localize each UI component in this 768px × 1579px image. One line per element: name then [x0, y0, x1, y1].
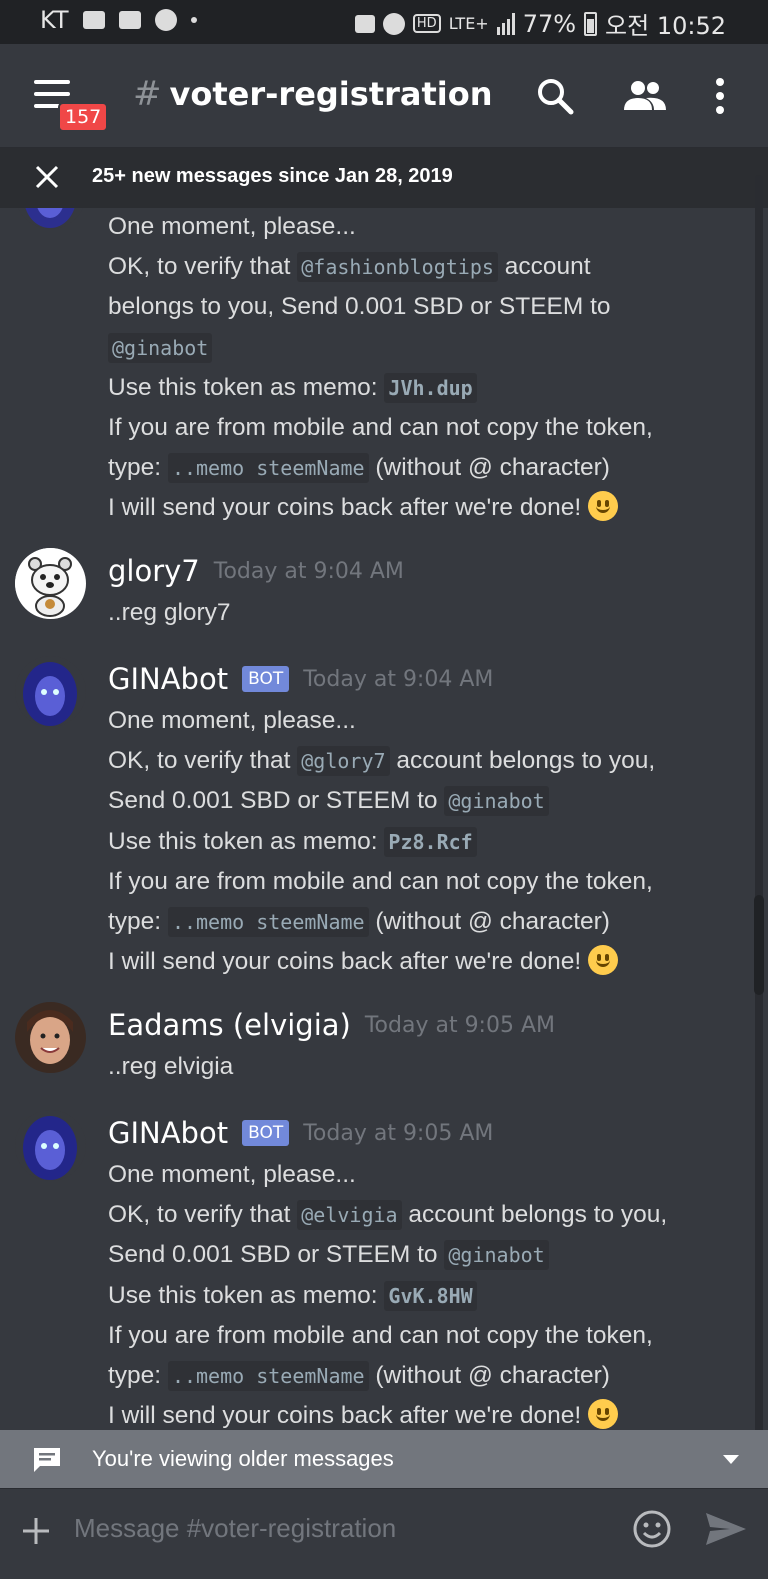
- scrollbar-thumb[interactable]: [754, 895, 764, 995]
- message-line: Use this token as memo: JVh.dup: [108, 371, 477, 405]
- alarm-icon: [382, 12, 405, 35]
- hash-icon: #: [133, 74, 162, 114]
- smiley-emoji: [587, 1399, 618, 1429]
- scrollbar-track[interactable]: [755, 175, 763, 1435]
- smiley-emoji: [587, 945, 618, 975]
- new-messages-bar[interactable]: 25+ new messages since Jan 28, 2019: [0, 148, 768, 208]
- message-line: If you are from mobile and can not copy …: [108, 868, 653, 895]
- token-code[interactable]: Pz8.Rcf: [384, 827, 477, 857]
- token-code[interactable]: GvK.8HW: [384, 1281, 477, 1311]
- eadams-avatar[interactable]: [15, 1002, 86, 1073]
- mention-code[interactable]: @fashionblogtips: [297, 252, 498, 282]
- gallery-notification-icon: [82, 11, 105, 29]
- message-line: I will send your coins back after we're …: [108, 491, 618, 525]
- carrier-label: KT: [40, 6, 69, 34]
- message-line: I will send your coins back after we're …: [108, 945, 618, 979]
- message-author[interactable]: Eadams (elvigia) Today at 9:05 AM: [108, 1008, 555, 1042]
- battery-percent: 77%: [522, 9, 577, 38]
- message-line: If you are from mobile and can not copy …: [108, 414, 653, 441]
- older-messages-text: You're viewing older messages: [92, 1446, 394, 1471]
- send-icon[interactable]: [704, 1509, 748, 1549]
- message-timestamp: Today at 9:05 AM: [364, 1012, 555, 1038]
- mute-icon: [354, 14, 375, 33]
- message-line: Send 0.001 SBD or STEEM to @ginabot: [108, 1238, 549, 1272]
- message-body: ..reg elvigia: [108, 1053, 234, 1080]
- message-line: OK, to verify that @fashionblogtips acco…: [108, 252, 591, 282]
- message-author[interactable]: glory7 Today at 9:04 AM: [108, 554, 404, 588]
- message-line: One moment, please...: [108, 213, 356, 240]
- channel-header: 157 # voter-registration: [0, 44, 768, 148]
- command-code[interactable]: ..memo steemName: [167, 1361, 369, 1391]
- network-type: LTE+: [448, 14, 489, 33]
- mention-code[interactable]: @ginabot: [108, 333, 213, 363]
- plus-icon[interactable]: [22, 1517, 50, 1545]
- ginabot-avatar[interactable]: [15, 208, 86, 229]
- glory7-avatar[interactable]: [15, 548, 86, 619]
- message-body: ..reg glory7: [108, 599, 231, 626]
- message-line: Use this token as memo: GvK.8HW: [108, 1279, 477, 1313]
- more-notifications-icon: [190, 17, 197, 23]
- message-line: If you are from mobile and can not copy …: [108, 1322, 653, 1349]
- mention-code[interactable]: @ginabot: [444, 786, 549, 816]
- mention-code[interactable]: @glory7: [297, 746, 390, 776]
- message-author[interactable]: GINAbot BOT Today at 9:05 AM: [108, 1116, 493, 1150]
- close-icon[interactable]: [34, 164, 60, 190]
- token-code[interactable]: JVh.dup: [384, 373, 477, 403]
- bot-tag: BOT: [242, 1120, 290, 1146]
- hd-icon: HD: [412, 14, 441, 33]
- talk-notification-icon: [154, 9, 177, 31]
- message-composer: [0, 1488, 768, 1579]
- message-timestamp: Today at 9:05 AM: [303, 1120, 494, 1146]
- bot-tag: BOT: [242, 666, 290, 692]
- message-input[interactable]: [74, 1513, 594, 1544]
- message-line: One moment, please...: [108, 707, 356, 734]
- command-code[interactable]: ..memo steemName: [167, 907, 369, 937]
- message-line: One moment, please...: [108, 1161, 356, 1188]
- message-line: type: ..memo steemName (without @ charac…: [108, 453, 610, 483]
- message-line: belongs to you, Send 0.001 SBD or STEEM …: [108, 293, 611, 320]
- clock: 오전 10:52: [605, 12, 726, 40]
- emoji-icon[interactable]: [632, 1509, 672, 1549]
- unread-badge: 157: [58, 102, 109, 132]
- channel-title: # voter-registration: [133, 74, 493, 114]
- more-vert-icon[interactable]: [708, 76, 732, 116]
- message-timestamp: Today at 9:04 AM: [213, 558, 404, 584]
- message-line: Send 0.001 SBD or STEEM to @ginabot: [108, 784, 549, 818]
- older-messages-bar[interactable]: You're viewing older messages: [0, 1430, 768, 1488]
- message-line: I will send your coins back after we're …: [108, 1399, 618, 1433]
- message-line: OK, to verify that @elvigia account belo…: [108, 1200, 668, 1230]
- command-code[interactable]: ..memo steemName: [167, 453, 369, 483]
- chat-bubble-icon: [34, 1448, 60, 1472]
- message-line: type: ..memo steemName (without @ charac…: [108, 907, 610, 937]
- mention-code[interactable]: @ginabot: [444, 1240, 549, 1270]
- message-line: OK, to verify that @glory7 account belon…: [108, 746, 656, 776]
- smiley-emoji: [587, 491, 618, 521]
- channel-name: voter-registration: [169, 75, 493, 113]
- mention-code[interactable]: @elvigia: [297, 1200, 402, 1230]
- ginabot-avatar[interactable]: [15, 1110, 86, 1181]
- message-author[interactable]: GINAbot BOT Today at 9:04 AM: [108, 662, 493, 696]
- message-line: type: ..memo steemName (without @ charac…: [108, 1361, 610, 1391]
- new-messages-text: 25+ new messages since Jan 28, 2019: [92, 165, 453, 187]
- battery-icon: [584, 11, 598, 36]
- ginabot-avatar[interactable]: [15, 656, 86, 727]
- search-icon[interactable]: [535, 76, 575, 116]
- status-bar: KT HD LTE+ 77% 오전 10:52: [0, 0, 768, 44]
- signal-icon: [496, 12, 515, 35]
- members-icon[interactable]: [622, 76, 668, 116]
- message-timestamp: Today at 9:04 AM: [303, 666, 494, 692]
- message-list[interactable]: One moment, please... OK, to verify that…: [0, 208, 768, 1440]
- message-line: @ginabot: [108, 331, 213, 365]
- chevron-down-icon[interactable]: [722, 1454, 740, 1466]
- message-line: Use this token as memo: Pz8.Rcf: [108, 825, 477, 859]
- message-notification-icon: [118, 11, 141, 29]
